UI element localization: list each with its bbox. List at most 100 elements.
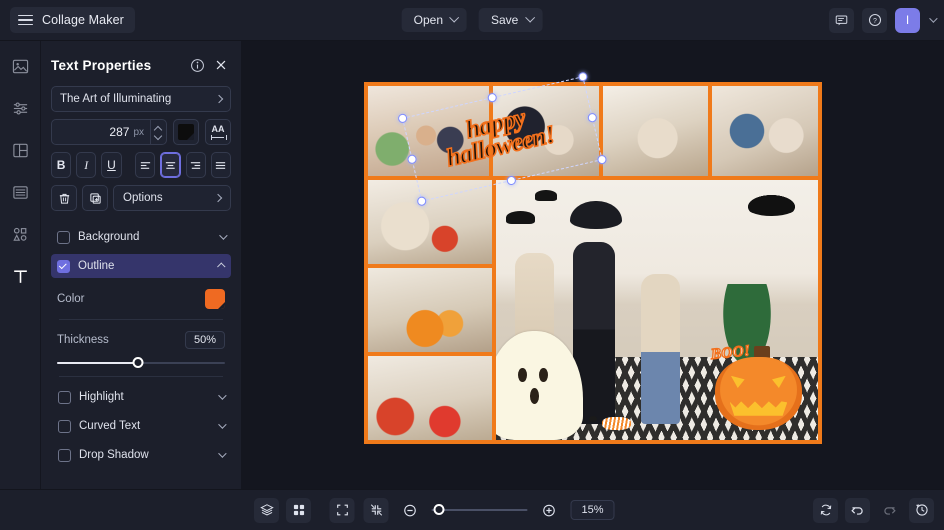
slider-knob[interactable] [132, 357, 144, 368]
photo-cell-5[interactable] [368, 180, 492, 264]
duplicate-button[interactable] [82, 185, 108, 211]
letter-spacing-button[interactable]: AA [205, 119, 231, 145]
hamburger-icon[interactable] [18, 14, 33, 26]
drop-shadow-checkbox[interactable] [58, 448, 71, 462]
chevron-down-icon [219, 231, 228, 240]
canvas-area[interactable]: BOO! happy halloween! [241, 41, 944, 489]
font-size-value: 287 [109, 125, 130, 139]
photo-cell-3[interactable] [602, 86, 709, 176]
background-section[interactable]: Background [51, 225, 231, 249]
curved-text-checkbox[interactable] [58, 419, 71, 433]
sidebar-item-graphics[interactable] [7, 221, 33, 247]
app-menu-button[interactable]: Collage Maker [10, 7, 135, 33]
align-center-icon [165, 161, 176, 169]
text-properties-panel: Text Properties The Art of Illuminating … [41, 41, 241, 489]
history-button[interactable] [909, 497, 934, 523]
reset-button[interactable] [813, 497, 838, 523]
italic-button[interactable]: I [76, 152, 97, 178]
redo-button[interactable] [877, 498, 902, 523]
highlight-checkbox[interactable] [58, 390, 71, 404]
drop-shadow-label: Drop Shadow [79, 449, 149, 461]
grid-view-button[interactable] [286, 497, 311, 523]
pumpkin-eye-right [772, 376, 786, 388]
open-button[interactable]: Open [401, 8, 467, 32]
sidebar-item-images[interactable] [7, 53, 33, 79]
chevron-down-icon [449, 12, 460, 23]
align-justify-button[interactable] [210, 152, 231, 178]
slider-fill [57, 362, 138, 364]
photo-cell-7[interactable] [368, 356, 492, 440]
collage-main-row: BOO! [368, 180, 818, 440]
layers-button[interactable] [254, 497, 279, 523]
mummy-figure-right [640, 273, 680, 425]
zoom-slider[interactable] [431, 503, 528, 517]
text-color-button[interactable] [173, 119, 199, 145]
text-effect-sections: Background Outline Color Thickness 50% H… [51, 225, 231, 467]
stepper-down-icon[interactable] [155, 134, 162, 139]
options-button[interactable]: Options [113, 185, 231, 211]
expand-frame-icon [336, 504, 348, 516]
font-family-select[interactable]: The Art of Illuminating [51, 86, 231, 112]
jack-o-lantern-sticker[interactable] [714, 356, 802, 430]
align-right-button[interactable] [185, 152, 206, 178]
pumpkin-eye-left [730, 375, 745, 388]
font-size-stepper[interactable] [150, 120, 162, 144]
bat-sticker[interactable] [743, 193, 799, 217]
photo-cell-4[interactable] [712, 86, 819, 176]
fit-to-screen-button[interactable] [329, 497, 355, 523]
divider [59, 319, 223, 320]
zoom-slider-knob[interactable] [433, 504, 445, 515]
zoom-in-button[interactable] [537, 498, 562, 523]
outline-thickness-slider[interactable] [57, 356, 225, 370]
info-circle-icon[interactable] [187, 55, 207, 75]
font-size-input[interactable]: 287 px [51, 119, 167, 145]
plus-circle-icon [543, 504, 555, 516]
avatar[interactable]: I [895, 7, 920, 33]
delete-button[interactable] [51, 185, 77, 211]
bat-sticker[interactable] [534, 190, 558, 201]
close-icon[interactable] [211, 55, 231, 75]
pumpkin-mouth [729, 401, 788, 416]
duplicate-icon [89, 192, 101, 204]
save-button[interactable]: Save [479, 8, 543, 32]
help-button[interactable]: ? [862, 7, 887, 33]
feedback-button[interactable] [829, 7, 854, 33]
outline-section[interactable]: Outline [51, 254, 231, 278]
highlight-section[interactable]: Highlight [51, 385, 231, 409]
zoom-out-button[interactable] [398, 498, 423, 523]
shrink-view-button[interactable] [363, 497, 389, 523]
sidebar-item-text[interactable] [7, 263, 33, 289]
collage-artboard[interactable]: BOO! happy halloween! [364, 71, 822, 444]
resize-handle-top-right[interactable] [577, 71, 589, 83]
undo-button[interactable] [845, 497, 870, 523]
outline-color-swatch[interactable] [205, 289, 225, 309]
highlight-label: Highlight [79, 391, 124, 403]
underline-button[interactable]: U [101, 152, 122, 178]
align-left-button[interactable] [135, 152, 156, 178]
sidebar-item-adjust[interactable] [7, 95, 33, 121]
save-label: Save [491, 13, 519, 27]
drop-shadow-section[interactable]: Drop Shadow [51, 443, 231, 467]
font-size-unit: px [133, 126, 144, 138]
photo-cell-6[interactable] [368, 268, 492, 352]
outline-thickness-value[interactable]: 50% [184, 331, 225, 349]
photo-cell-8[interactable]: BOO! [496, 180, 818, 440]
collage-left-column [368, 180, 492, 440]
background-checkbox[interactable] [57, 230, 70, 244]
align-center-button[interactable] [160, 152, 181, 178]
outline-color-label: Color [57, 293, 85, 305]
chevron-down-icon[interactable] [929, 14, 938, 23]
chevron-down-icon [218, 449, 227, 458]
outline-checkbox[interactable] [57, 259, 70, 273]
zoom-level-value[interactable]: 15% [570, 500, 615, 520]
avatar-initial: I [905, 13, 910, 27]
bottom-left-actions [254, 497, 311, 523]
sidebar-item-backgrounds[interactable] [7, 179, 33, 205]
sidebar-item-layouts[interactable] [7, 137, 33, 163]
bat-sticker[interactable] [505, 211, 535, 225]
curved-text-section[interactable]: Curved Text [51, 414, 231, 438]
candy-sticker[interactable] [602, 416, 632, 430]
photo-image [368, 356, 492, 440]
bold-button[interactable]: B [51, 152, 72, 178]
stepper-up-icon[interactable] [155, 126, 162, 131]
